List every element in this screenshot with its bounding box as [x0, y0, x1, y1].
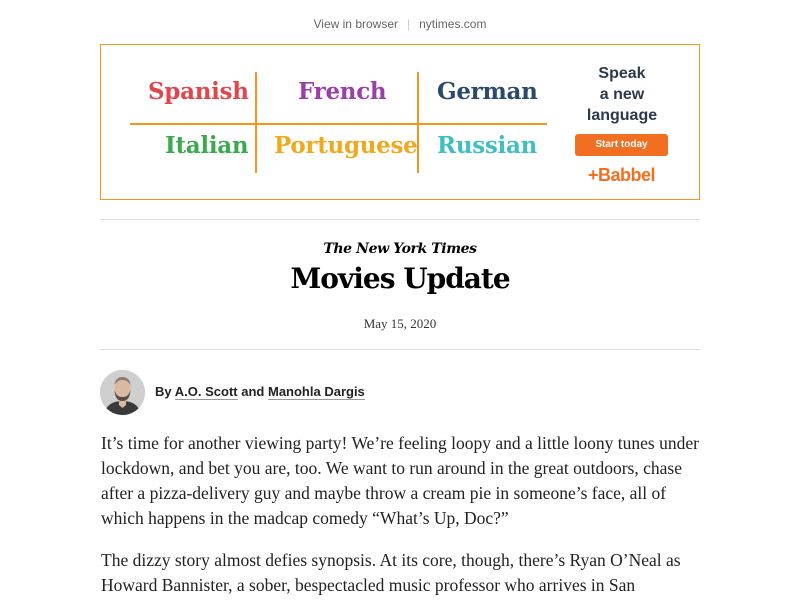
- babbel-ad-banner[interactable]: Spanish French German Italian Portuguese…: [100, 44, 700, 200]
- author-avatar: [100, 370, 145, 415]
- newsletter-title: Movies Update: [290, 262, 510, 295]
- ad-headline-line-1: Speak: [598, 65, 646, 82]
- divider-bottom: [100, 349, 700, 350]
- preheader-links: View in browser | nytimes.com: [0, 17, 800, 31]
- body-paragraph-1: It’s time for another viewing party! We’…: [101, 433, 699, 528]
- byline: By A.O. Scott and Manohla Dargis: [155, 384, 365, 400]
- link-separator: |: [407, 17, 411, 31]
- grid-vertical-divider-1: [255, 72, 257, 173]
- nytimes-link[interactable]: nytimes.com: [419, 17, 486, 31]
- ad-headline-line-2: a new: [599, 86, 645, 103]
- babbel-logo: +Babbel: [587, 165, 656, 185]
- byline-conjunction: and: [241, 384, 265, 399]
- language-spanish: Spanish: [148, 78, 249, 105]
- ad-headline-line-3: language: [586, 107, 658, 124]
- language-french: French: [298, 78, 387, 105]
- newsletter-date: May 15, 2020: [363, 316, 437, 331]
- nyt-masthead-logo: The New York Times: [323, 241, 477, 257]
- body-paragraph-2: The dizzy story almost defies synopsis. …: [101, 550, 681, 595]
- ad-headline: Speak a new language: [565, 63, 679, 126]
- grid-horizontal-divider: [130, 123, 547, 125]
- start-today-button[interactable]: Start today: [575, 134, 668, 156]
- view-in-browser-link[interactable]: View in browser: [314, 17, 398, 31]
- author-link-ao-scott[interactable]: A.O. Scott: [174, 384, 238, 400]
- language-german: German: [437, 78, 538, 105]
- language-portuguese: Portuguese: [274, 132, 418, 159]
- byline-prefix: By: [155, 384, 172, 399]
- grid-vertical-divider-2: [417, 72, 419, 173]
- divider-top: [100, 219, 700, 220]
- language-russian: Russian: [437, 132, 537, 159]
- language-italian: Italian: [165, 132, 249, 159]
- author-link-manohla-dargis[interactable]: Manohla Dargis: [267, 384, 365, 400]
